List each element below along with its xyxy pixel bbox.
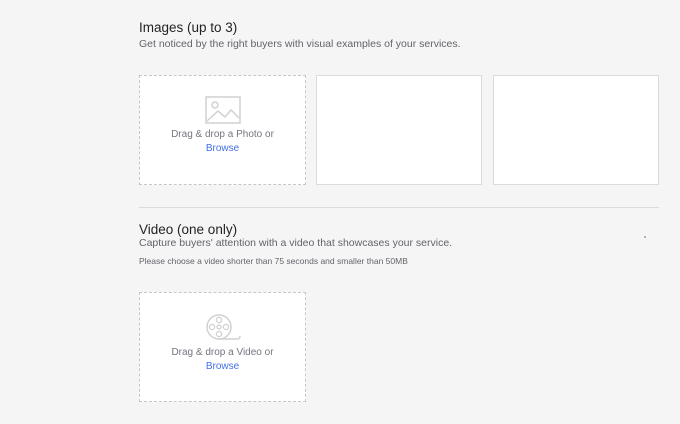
video-browse-link[interactable]: Browse: [140, 361, 305, 372]
section-divider: [139, 207, 659, 208]
video-size-note: Please choose a video shorter than 75 se…: [139, 256, 408, 266]
video-dropzone[interactable]: Drag & drop a Video or Browse: [139, 292, 306, 402]
film-reel-icon: [204, 312, 242, 347]
image-dropzone-1[interactable]: Drag & drop a Photo or Browse: [139, 75, 306, 185]
image-browse-link[interactable]: Browse: [140, 143, 305, 154]
video-section-description: Capture buyers' attention with a video t…: [139, 237, 453, 249]
image-slot-3[interactable]: [493, 75, 659, 185]
stray-dot: [644, 236, 646, 238]
image-dropzone-text: Drag & drop a Photo or: [171, 129, 274, 140]
image-icon: [204, 96, 241, 129]
video-dropzone-text: Drag & drop a Video or: [171, 347, 274, 358]
image-slot-2[interactable]: [316, 75, 482, 185]
gig-gallery-page: Images (up to 3) Get noticed by the righ…: [0, 0, 680, 424]
video-section-title: Video (one only): [139, 222, 238, 237]
images-section-description: Get noticed by the right buyers with vis…: [139, 38, 461, 50]
images-section-title: Images (up to 3): [139, 20, 238, 35]
